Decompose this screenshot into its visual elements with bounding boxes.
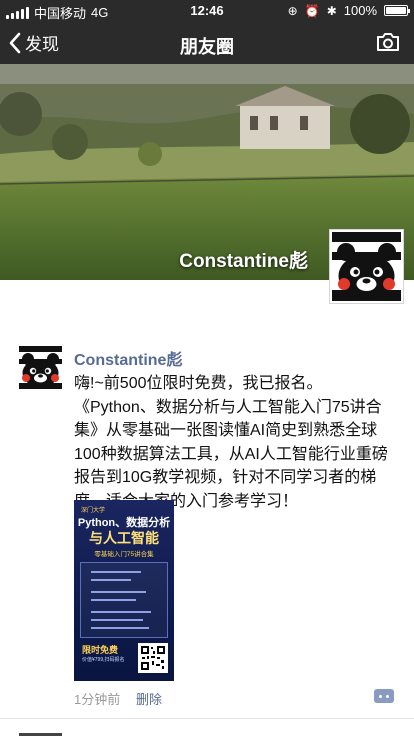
cover-avatar[interactable]: [329, 229, 404, 304]
battery-percent: 100%: [343, 3, 377, 18]
kumamon-avatar-icon: [332, 232, 401, 301]
battery-icon: [384, 5, 410, 16]
qr-code-icon: [138, 643, 168, 673]
delete-post-link[interactable]: 删除: [136, 689, 162, 708]
nav-bar: 发现 朋友圈: [0, 22, 414, 64]
post-text: 嗨!~前500位限时免费，我已报名。《Python、数据分析与人工智能入门75讲…: [74, 375, 388, 510]
poster-subtitle: 零基础入门75讲合集: [94, 551, 154, 558]
orientation-lock-icon: ⊕: [287, 3, 298, 18]
post-divider: [0, 718, 414, 719]
poster-price-note: 价值¥799,扫码报名: [82, 657, 125, 663]
cover-user-name: Constantine彪: [179, 251, 308, 272]
bluetooth-icon: ✱: [326, 3, 337, 18]
kumamon-avatar-icon: [19, 346, 62, 389]
post-image-poster[interactable]: 深门大学 Python、数据分析 与人工智能 零基础入门75讲合集 限时免费 价…: [74, 500, 174, 681]
camera-icon: [377, 33, 399, 51]
post-author-avatar[interactable]: [19, 346, 62, 389]
status-bar: 中国移动 4G 12:46 ⊕ ⏰ ✱ 100%: [0, 0, 414, 22]
poster-title-line2: 与人工智能: [89, 530, 159, 546]
alarm-icon: ⏰: [304, 3, 320, 18]
post-timestamp: 1分钟前: [74, 692, 121, 707]
page-title: 朋友圈: [180, 37, 234, 57]
poster-brand: 深门大学: [81, 508, 106, 514]
poster-free-label: 限时免费: [82, 645, 119, 655]
poster-details-box: [80, 562, 168, 638]
camera-button[interactable]: [376, 32, 400, 57]
comment-more-icon[interactable]: [374, 689, 394, 703]
post-author-name[interactable]: Constantine彪: [74, 346, 182, 370]
